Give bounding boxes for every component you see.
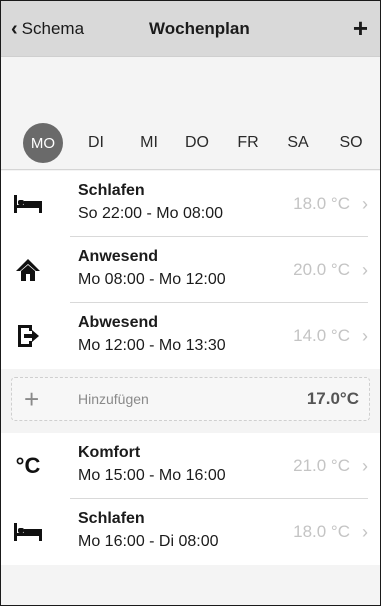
entry-temp: 18.0 °C [293, 194, 350, 213]
entry-time: Mo 16:00 - Di 08:00 [78, 533, 219, 550]
entry-time: Mo 08:00 - Mo 12:00 [78, 271, 226, 288]
nav-bar: ‹ Schema Wochenplan + [1, 1, 380, 57]
day-do[interactable]: DO [185, 134, 209, 152]
celsius-icon: °C [13, 451, 43, 481]
entry-title: Schlafen [78, 182, 145, 199]
chevron-right-icon: › [362, 193, 368, 214]
entry-title: Komfort [78, 444, 141, 461]
entry-time: So 22:00 - Mo 08:00 [78, 205, 223, 222]
chevron-right-icon: › [362, 259, 368, 280]
exit-icon [13, 321, 43, 351]
add-entry-button[interactable]: + Hinzufügen 17.0°C [11, 377, 370, 421]
entry-temp: 20.0 °C [293, 260, 350, 279]
entry-time: Mo 15:00 - Mo 16:00 [78, 467, 226, 484]
chevron-right-icon: › [362, 325, 368, 346]
entry-title: Anwesend [78, 248, 159, 265]
day-fr[interactable]: FR [237, 134, 258, 152]
weekday-selector: MO DI MI DO FR SA SO [1, 57, 380, 170]
entry-temp: 18.0 °C [293, 522, 350, 541]
list-item[interactable]: °C Komfort Mo 15:00 - Mo 16:00 21.0 °C › [1, 433, 380, 499]
list-item[interactable]: Anwesend Mo 08:00 - Mo 12:00 20.0 °C › [1, 237, 380, 303]
bed-icon [13, 517, 43, 547]
day-sa[interactable]: SA [287, 134, 308, 152]
bed-icon [13, 189, 43, 219]
chevron-right-icon: › [362, 455, 368, 476]
celsius-icon-text: °C [15, 453, 41, 478]
add-entry-temp: 17.0°C [306, 389, 359, 408]
list-item[interactable]: Schlafen So 22:00 - Mo 08:00 18.0 °C › [1, 171, 380, 237]
day-so[interactable]: SO [339, 134, 362, 152]
entry-temp: 14.0 °C [293, 326, 350, 345]
day-di[interactable]: DI [88, 134, 104, 152]
list-item[interactable]: Abwesend Mo 12:00 - Mo 13:30 14.0 °C › [1, 303, 380, 369]
back-button[interactable]: ‹ Schema [11, 1, 84, 56]
chevron-left-icon: ‹ [11, 17, 18, 40]
add-button[interactable]: + [353, 1, 368, 56]
day-mi[interactable]: MI [140, 134, 158, 152]
app-frame: ‹ Schema Wochenplan + MO DI MI DO FR SA … [0, 0, 381, 606]
plus-icon: + [24, 383, 40, 414]
entry-temp: 21.0 °C [293, 456, 350, 475]
entry-title: Schlafen [78, 510, 145, 527]
page-title: Wochenplan [149, 18, 250, 38]
list-item[interactable]: Schlafen Mo 16:00 - Di 08:00 18.0 °C › [1, 499, 380, 565]
entry-time: Mo 12:00 - Mo 13:30 [78, 337, 226, 354]
add-entry-label: Hinzufügen [78, 391, 149, 407]
entry-title: Abwesend [78, 314, 159, 331]
chevron-right-icon: › [362, 521, 368, 542]
day-mo[interactable]: MO [23, 123, 63, 163]
home-icon [13, 255, 43, 285]
back-label: Schema [21, 18, 85, 38]
